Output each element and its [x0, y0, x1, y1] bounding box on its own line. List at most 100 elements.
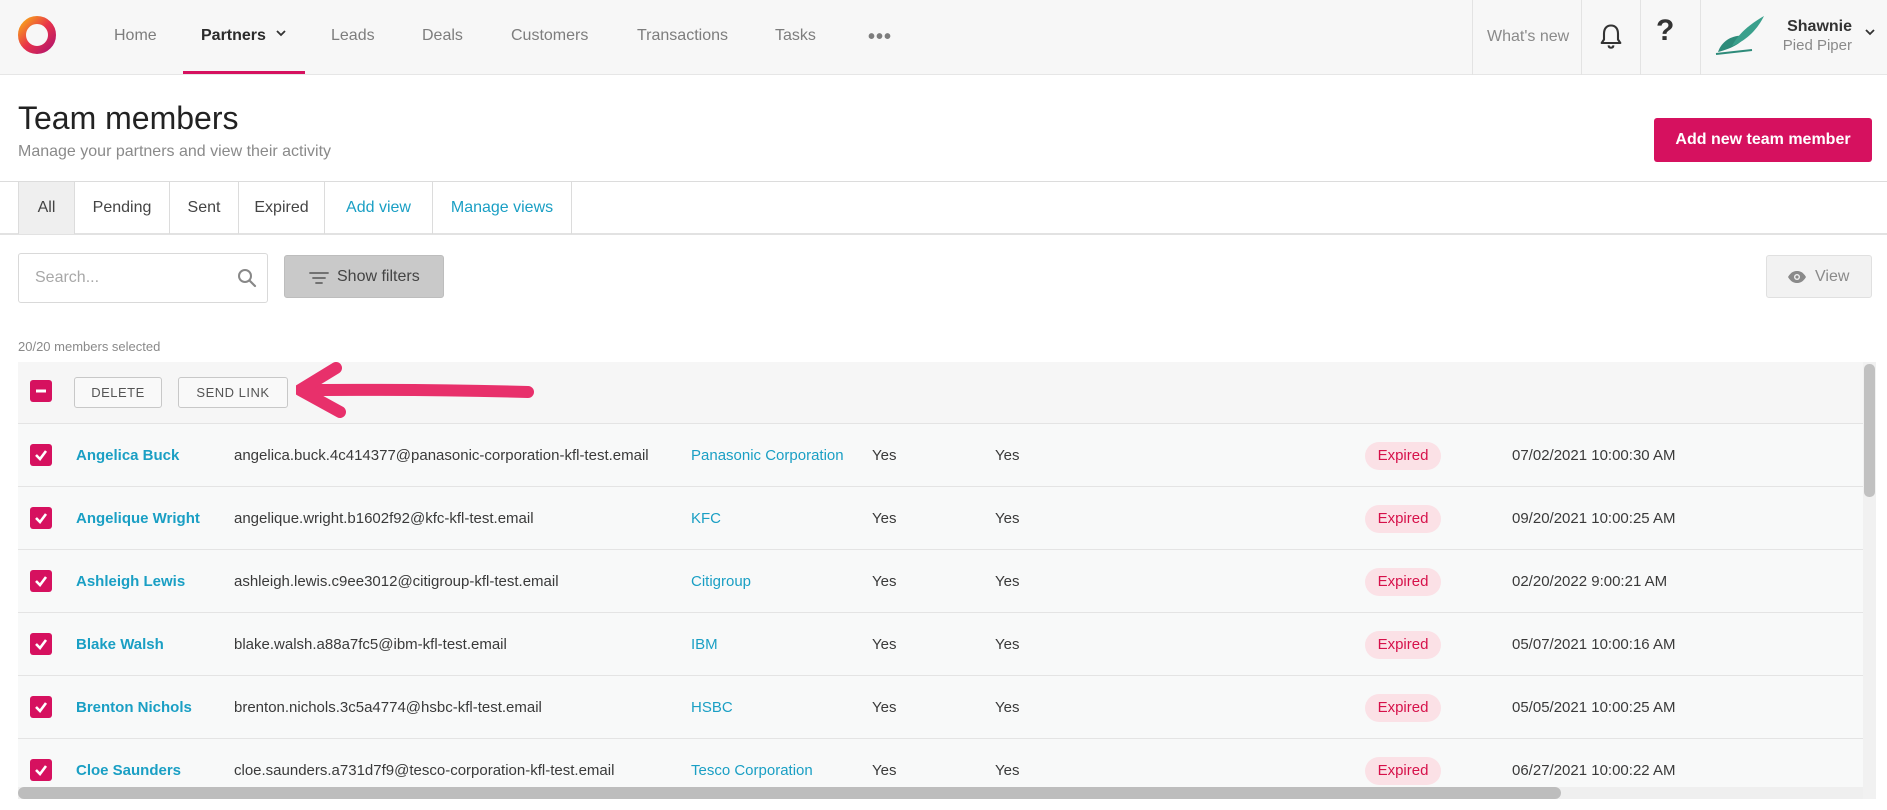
table-row[interactable]: Ashleigh Lewis ashleigh.lewis.c9ee3012@c…	[18, 550, 1863, 613]
member-email: ashleigh.lewis.c9ee3012@citigroup-kfl-te…	[234, 573, 559, 590]
selection-summary: 20/20 members selected	[18, 339, 161, 354]
member-name[interactable]: Angelica Buck	[76, 424, 179, 487]
member-flag-2: Yes	[995, 447, 1020, 464]
member-flag-1: Yes	[872, 573, 897, 590]
member-company[interactable]: Citigroup	[691, 550, 751, 613]
table-row[interactable]: Cloe Saunders cloe.saunders.a731d7f9@tes…	[18, 739, 1863, 788]
member-flag-2: Yes	[995, 699, 1020, 716]
view-label: View	[1815, 268, 1850, 285]
annotation-arrow-icon	[296, 362, 534, 418]
nav-partners[interactable]: Partners	[201, 0, 287, 75]
row-checkbox[interactable]	[30, 507, 52, 529]
check-icon	[35, 513, 48, 524]
member-company[interactable]: HSBC	[691, 676, 733, 739]
status-badge: Expired	[1365, 505, 1441, 533]
status-badge: Expired	[1365, 757, 1441, 785]
member-date: 06/27/2021 10:00:22 AM	[1512, 762, 1676, 779]
table-row[interactable]: Blake Walsh blake.walsh.a88a7fc5@ibm-kfl…	[18, 613, 1863, 676]
tab-sent[interactable]: Sent	[170, 182, 239, 234]
nav-divider	[1581, 0, 1582, 75]
check-icon	[35, 576, 48, 587]
select-all-checkbox[interactable]	[30, 380, 52, 402]
member-email: cloe.saunders.a731d7f9@tesco-corporation…	[234, 762, 615, 779]
member-email: angelique.wright.b1602f92@kfc-kfl-test.e…	[234, 510, 534, 527]
member-flag-1: Yes	[872, 699, 897, 716]
row-checkbox[interactable]	[30, 570, 52, 592]
tab-expired[interactable]: Expired	[239, 182, 325, 234]
member-name[interactable]: Brenton Nichols	[76, 676, 192, 739]
chevron-down-icon[interactable]	[1864, 26, 1876, 38]
nav-home[interactable]: Home	[114, 0, 157, 75]
bulk-actions-row: DELETE SEND LINK	[18, 362, 1863, 424]
table-row[interactable]: Angelica Buck angelica.buck.4c414377@pan…	[18, 424, 1863, 487]
member-name[interactable]: Angelique Wright	[76, 487, 200, 550]
nav-tasks[interactable]: Tasks	[775, 0, 816, 75]
more-menu-icon[interactable]: •••	[868, 26, 892, 49]
member-email: brenton.nichols.3c5a4774@hsbc-kfl-test.e…	[234, 699, 542, 716]
search-icon[interactable]	[237, 268, 257, 288]
view-tabs: All Pending Sent Expired Add view Manage…	[0, 181, 1887, 235]
tab-all[interactable]: All	[18, 182, 75, 234]
user-org[interactable]: Pied Piper	[1770, 37, 1852, 54]
minus-icon	[36, 389, 46, 393]
row-checkbox[interactable]	[30, 696, 52, 718]
nav-leads[interactable]: Leads	[331, 0, 375, 75]
member-flag-2: Yes	[995, 636, 1020, 653]
member-company[interactable]: KFC	[691, 487, 721, 550]
show-filters-label: Show filters	[337, 268, 420, 285]
show-filters-button[interactable]: Show filters	[284, 255, 444, 298]
nav-partners-label: Partners	[201, 27, 266, 44]
table-row[interactable]: Brenton Nichols brenton.nichols.3c5a4774…	[18, 676, 1863, 739]
member-company[interactable]: IBM	[691, 613, 718, 676]
view-button[interactable]: View	[1766, 255, 1872, 298]
add-view-link[interactable]: Add view	[325, 182, 433, 234]
member-flag-2: Yes	[995, 573, 1020, 590]
tab-pending[interactable]: Pending	[75, 182, 170, 234]
member-date: 05/07/2021 10:00:16 AM	[1512, 636, 1676, 653]
user-name[interactable]: Shawnie	[1770, 18, 1852, 36]
search-input[interactable]	[35, 266, 225, 290]
check-icon	[35, 765, 48, 776]
delete-button[interactable]: DELETE	[74, 377, 162, 408]
member-company[interactable]: Tesco Corporation	[691, 739, 813, 788]
status-badge: Expired	[1365, 442, 1441, 470]
members-table: DELETE SEND LINK Angelica Buck angelica.…	[18, 362, 1863, 788]
check-icon	[35, 450, 48, 461]
nav-divider	[1700, 0, 1701, 75]
active-nav-indicator	[183, 71, 305, 74]
add-team-member-button[interactable]: Add new team member	[1654, 118, 1872, 162]
member-date: 09/20/2021 10:00:25 AM	[1512, 510, 1676, 527]
horizontal-scrollbar-thumb[interactable]	[18, 787, 1561, 799]
nav-customers[interactable]: Customers	[511, 0, 588, 75]
org-avatar[interactable]	[1712, 12, 1768, 58]
table-row[interactable]: Angelique Wright angelique.wright.b1602f…	[18, 487, 1863, 550]
vertical-scrollbar-thumb[interactable]	[1864, 364, 1875, 497]
app-logo[interactable]	[16, 14, 58, 56]
row-checkbox[interactable]	[30, 444, 52, 466]
member-name[interactable]: Cloe Saunders	[76, 739, 181, 788]
manage-views-link[interactable]: Manage views	[433, 182, 572, 234]
whats-new-link[interactable]: What's new	[1487, 0, 1569, 75]
search-box	[18, 253, 268, 303]
help-icon[interactable]: ?	[1656, 14, 1674, 48]
member-flag-1: Yes	[872, 510, 897, 527]
member-flag-1: Yes	[872, 762, 897, 779]
status-badge: Expired	[1365, 631, 1441, 659]
bell-icon[interactable]	[1597, 22, 1625, 50]
member-flag-1: Yes	[872, 447, 897, 464]
send-link-button[interactable]: SEND LINK	[178, 377, 288, 408]
check-icon	[35, 639, 48, 650]
nav-deals[interactable]: Deals	[422, 0, 463, 75]
member-company[interactable]: Panasonic Corporation	[691, 424, 844, 487]
member-date: 07/02/2021 10:00:30 AM	[1512, 447, 1676, 464]
nav-transactions[interactable]: Transactions	[637, 0, 728, 75]
member-date: 05/05/2021 10:00:25 AM	[1512, 699, 1676, 716]
row-checkbox[interactable]	[30, 633, 52, 655]
row-checkbox[interactable]	[30, 759, 52, 781]
page-title: Team members	[18, 100, 239, 136]
nav-divider	[1472, 0, 1473, 75]
page-subtitle: Manage your partners and view their acti…	[18, 143, 332, 160]
member-name[interactable]: Ashleigh Lewis	[76, 550, 185, 613]
member-name[interactable]: Blake Walsh	[76, 613, 164, 676]
check-icon	[35, 702, 48, 713]
